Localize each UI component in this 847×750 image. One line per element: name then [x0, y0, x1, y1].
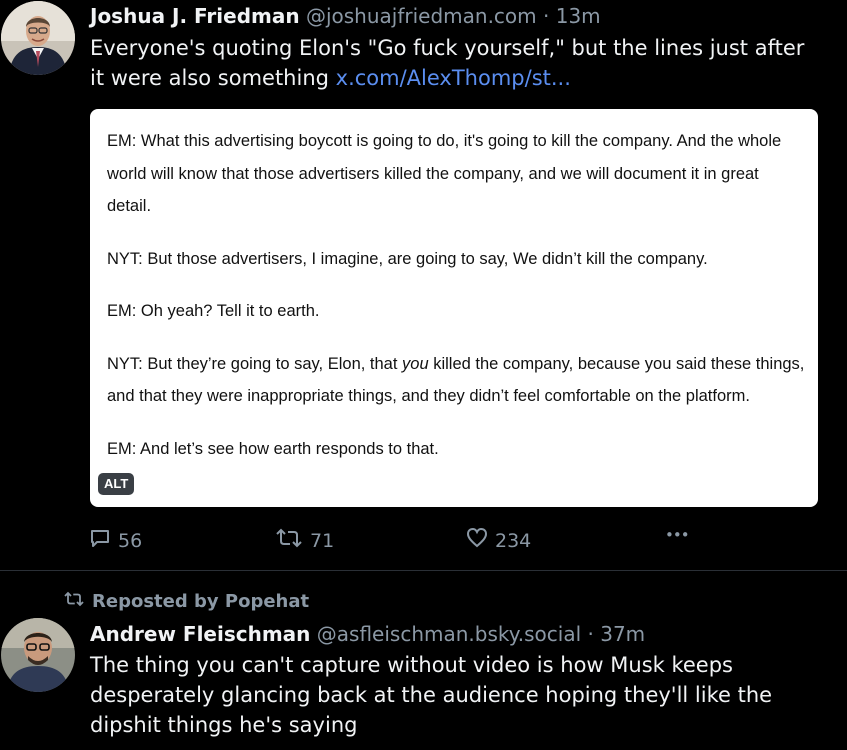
- author-handle[interactable]: @joshuajfriedman.com: [306, 4, 537, 28]
- reply-button[interactable]: 56: [88, 526, 142, 555]
- transcript-line: NYT: But they’re going to say, Elon, tha…: [107, 348, 807, 413]
- avatar[interactable]: [1, 618, 75, 692]
- post-joshua[interactable]: Joshua J. Friedman @joshuajfriedman.com …: [0, 0, 847, 570]
- post-text: The thing you can't capture without vide…: [90, 653, 773, 737]
- avatar-andrew-image: [1, 618, 75, 692]
- transcript-emphasis: you: [402, 354, 429, 373]
- author-name[interactable]: Joshua J. Friedman: [90, 4, 300, 28]
- timestamp[interactable]: 13m: [556, 4, 601, 28]
- transcript-line: EM: What this advertising boycott is goi…: [107, 132, 782, 215]
- transcript-line: NYT: But those advertisers, I imagine, a…: [107, 249, 708, 268]
- transcript-segment: NYT: But they’re going to say, Elon, tha…: [107, 354, 403, 373]
- post-andrew[interactable]: Andrew Fleischman @asfleischman.bsky.soc…: [0, 615, 847, 750]
- avatar-joshua-image: [1, 1, 75, 75]
- embedded-image[interactable]: EM: What this advertising boycott is goi…: [90, 109, 818, 507]
- post-divider: [0, 570, 847, 571]
- author-name[interactable]: Andrew Fleischman: [90, 622, 310, 646]
- author-handle[interactable]: @asfleischman.bsky.social: [317, 622, 581, 646]
- like-button[interactable]: 234: [465, 526, 531, 555]
- post-header: Joshua J. Friedman @joshuajfriedman.com …: [90, 2, 601, 30]
- repost-label: Reposted by Popehat: [92, 591, 310, 612]
- transcript-line: EM: And let’s see how earth responds to …: [107, 439, 439, 458]
- post-header: Andrew Fleischman @asfleischman.bsky.soc…: [90, 620, 645, 648]
- repost-arrows-icon: [274, 526, 304, 555]
- ellipsis-icon: •••: [665, 526, 690, 544]
- repost-arrows-icon: [62, 590, 86, 613]
- post-link[interactable]: x.com/AlexThomp/st...: [336, 66, 571, 90]
- repost-count: 71: [310, 529, 335, 552]
- like-count: 234: [495, 529, 532, 552]
- post-actions: 56 71 234 •••: [88, 526, 828, 554]
- alt-text-button[interactable]: ALT: [98, 473, 135, 495]
- more-options-button[interactable]: •••: [665, 526, 690, 544]
- repost-button[interactable]: 71: [274, 526, 334, 555]
- separator: ·: [587, 622, 594, 646]
- avatar[interactable]: [1, 1, 75, 75]
- speech-bubble-icon: [88, 526, 112, 555]
- heart-icon: [465, 526, 489, 555]
- transcript-line: EM: Oh yeah? Tell it to earth.: [107, 302, 320, 320]
- repost-attribution[interactable]: Reposted by Popehat: [62, 590, 309, 613]
- separator: ·: [543, 4, 550, 28]
- embedded-image-text: EM: What this advertising boycott is goi…: [107, 125, 807, 485]
- post-text: Everyone's quoting Elon's "Go fuck yours…: [90, 33, 825, 93]
- reply-count: 56: [118, 529, 143, 552]
- timestamp[interactable]: 37m: [600, 622, 645, 646]
